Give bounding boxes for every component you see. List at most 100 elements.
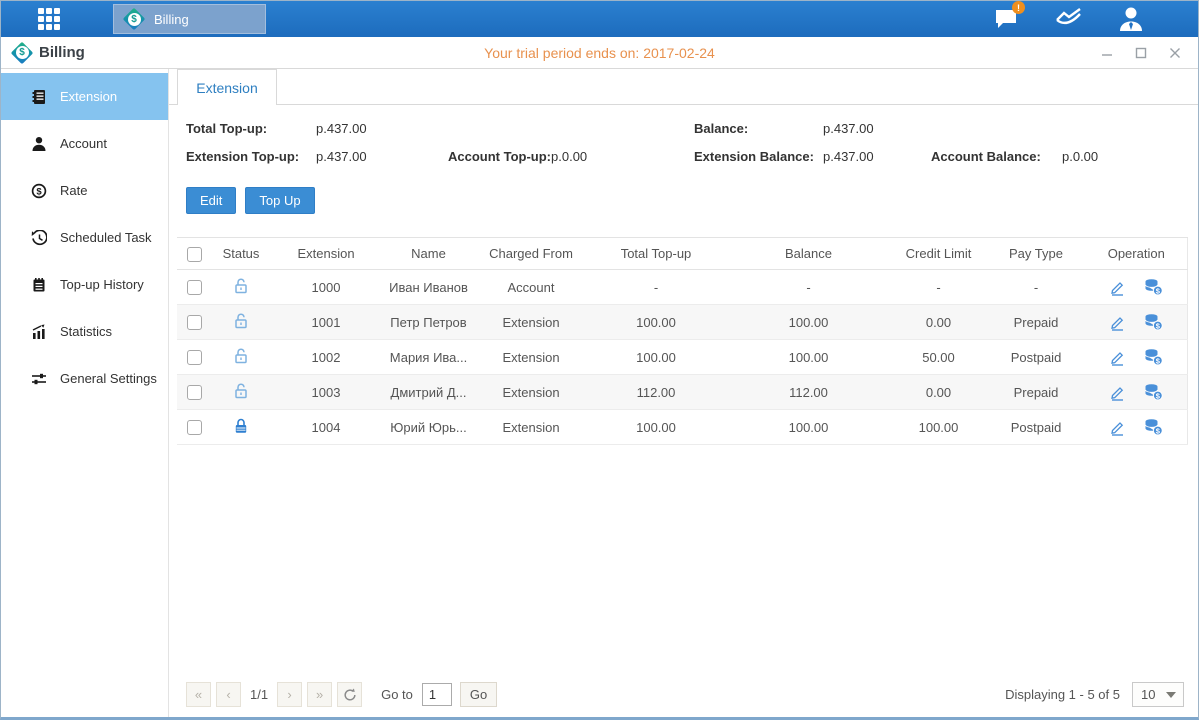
page-info: 1/1: [250, 687, 268, 702]
extension-cell: 1002: [271, 340, 381, 375]
operation-cell: $: [1086, 340, 1187, 375]
operation-cell: $: [1086, 305, 1187, 340]
extension-cell: 1000: [271, 270, 381, 305]
total-topup-cell: 100.00: [586, 410, 726, 445]
clock-history-icon: [31, 230, 47, 246]
total-topup-cell: -: [586, 270, 726, 305]
goto-label: Go to: [381, 687, 413, 702]
status-cell: [211, 375, 271, 410]
table-row: 1003 Дмитрий Д... Extension 112.00 112.0…: [177, 375, 1187, 410]
monitor-chart-icon[interactable]: [1054, 6, 1084, 32]
sidebar-item-label: General Settings: [60, 371, 157, 386]
balance-label: Balance:: [694, 121, 823, 136]
credit-limit-cell: 50.00: [891, 340, 986, 375]
first-page-button[interactable]: «: [186, 682, 211, 707]
locked-icon: [232, 417, 250, 435]
minimize-button[interactable]: [1100, 46, 1114, 60]
balance-cell: 100.00: [726, 410, 891, 445]
extension-table-body: 1000 Иван Иванов Account - - - -: [177, 270, 1187, 445]
billing-diamond-icon: $: [123, 8, 145, 30]
table-row: 1002 Мария Ива... Extension 100.00 100.0…: [177, 340, 1187, 375]
sidebar-item-label: Scheduled Task: [60, 230, 152, 245]
window-title-bar: $ Billing Your trial period ends on: 201…: [1, 37, 1198, 69]
page-size-select[interactable]: 10: [1132, 682, 1184, 707]
top-up-row-icon[interactable]: $: [1144, 278, 1163, 296]
tab-extension[interactable]: Extension: [177, 69, 277, 105]
trial-notice: Your trial period ends on: 2017-02-24: [1, 45, 1198, 61]
extension-cell: 1003: [271, 375, 381, 410]
charged-from-cell: Extension: [476, 305, 586, 340]
status-cell: [211, 270, 271, 305]
credit-limit-cell: -: [891, 270, 986, 305]
sidebar-item-statistics[interactable]: Statistics: [1, 308, 168, 355]
credit-limit-cell: 100.00: [891, 410, 986, 445]
refresh-button[interactable]: [337, 682, 362, 707]
sidebar-item-topup-history[interactable]: Top-up History: [1, 261, 168, 308]
sidebar-item-label: Rate: [60, 183, 87, 198]
table-row: 1000 Иван Иванов Account - - - -: [177, 270, 1187, 305]
balance-cell: 100.00: [726, 305, 891, 340]
extension-balance-label: Extension Balance:: [694, 149, 823, 164]
total-topup-cell: 112.00: [586, 375, 726, 410]
select-all-checkbox[interactable]: [187, 247, 202, 262]
next-page-button[interactable]: ›: [277, 682, 302, 707]
app-grid-icon[interactable]: [38, 8, 60, 30]
pay-type-cell: Prepaid: [986, 305, 1086, 340]
edit-row-icon[interactable]: [1109, 314, 1126, 331]
edit-row-icon[interactable]: [1109, 384, 1126, 401]
col-extension: Extension: [271, 238, 381, 270]
sidebar-item-rate[interactable]: $ Rate: [1, 167, 168, 214]
col-total-topup: Total Top-up: [586, 238, 726, 270]
summary-panel: Total Top-up:p.437.00 Balance:p.437.00 E…: [169, 105, 1198, 164]
top-up-row-icon[interactable]: $: [1144, 313, 1163, 331]
charged-from-cell: Extension: [476, 375, 586, 410]
total-topup-cell: 100.00: [586, 305, 726, 340]
operation-cell: $: [1086, 270, 1187, 305]
unlocked-icon: [232, 312, 250, 330]
row-checkbox[interactable]: [187, 420, 202, 435]
operation-cell: $: [1086, 410, 1187, 445]
close-button[interactable]: [1168, 46, 1182, 60]
ledger-icon: [31, 89, 47, 105]
row-checkbox[interactable]: [187, 280, 202, 295]
pay-type-cell: Postpaid: [986, 340, 1086, 375]
sidebar-item-general-settings[interactable]: General Settings: [1, 355, 168, 402]
row-checkbox[interactable]: [187, 315, 202, 330]
balance-cell: 112.00: [726, 375, 891, 410]
sidebar-item-scheduled-task[interactable]: Scheduled Task: [1, 214, 168, 261]
edit-row-icon[interactable]: [1109, 349, 1126, 366]
sidebar-item-extension[interactable]: Extension: [1, 73, 168, 120]
top-up-row-icon[interactable]: $: [1144, 418, 1163, 436]
extension-topup-value: p.437.00: [316, 149, 367, 164]
svg-text:$: $: [36, 186, 42, 197]
balance-cell: 100.00: [726, 340, 891, 375]
messages-icon[interactable]: !: [992, 6, 1022, 32]
go-button[interactable]: Go: [460, 682, 497, 707]
dollar-circle-icon: $: [31, 183, 47, 199]
operation-cell: $: [1086, 375, 1187, 410]
sidebar-item-account[interactable]: Account: [1, 120, 168, 167]
top-up-row-icon[interactable]: $: [1144, 348, 1163, 366]
edit-row-icon[interactable]: [1109, 279, 1126, 296]
top-up-row-icon[interactable]: $: [1144, 383, 1163, 401]
row-checkbox[interactable]: [187, 385, 202, 400]
user-account-icon[interactable]: [1116, 6, 1146, 32]
top-up-button[interactable]: Top Up: [245, 187, 314, 214]
charged-from-cell: Extension: [476, 410, 586, 445]
col-pay-type: Pay Type: [986, 238, 1086, 270]
edit-button[interactable]: Edit: [186, 187, 236, 214]
charged-from-cell: Account: [476, 270, 586, 305]
notepad-icon: [31, 277, 47, 293]
maximize-button[interactable]: [1134, 46, 1148, 60]
prev-page-button[interactable]: ‹: [216, 682, 241, 707]
credit-limit-cell: 0.00: [891, 305, 986, 340]
person-icon: [31, 136, 47, 152]
goto-page-input[interactable]: [422, 683, 452, 706]
row-checkbox[interactable]: [187, 350, 202, 365]
last-page-button[interactable]: »: [307, 682, 332, 707]
sidebar: Extension Account $ Rate: [1, 69, 169, 717]
edit-row-icon[interactable]: [1109, 419, 1126, 436]
name-cell: Мария Ива...: [381, 340, 476, 375]
billing-app-tab[interactable]: $ Billing: [113, 4, 266, 34]
pay-type-cell: Prepaid: [986, 375, 1086, 410]
